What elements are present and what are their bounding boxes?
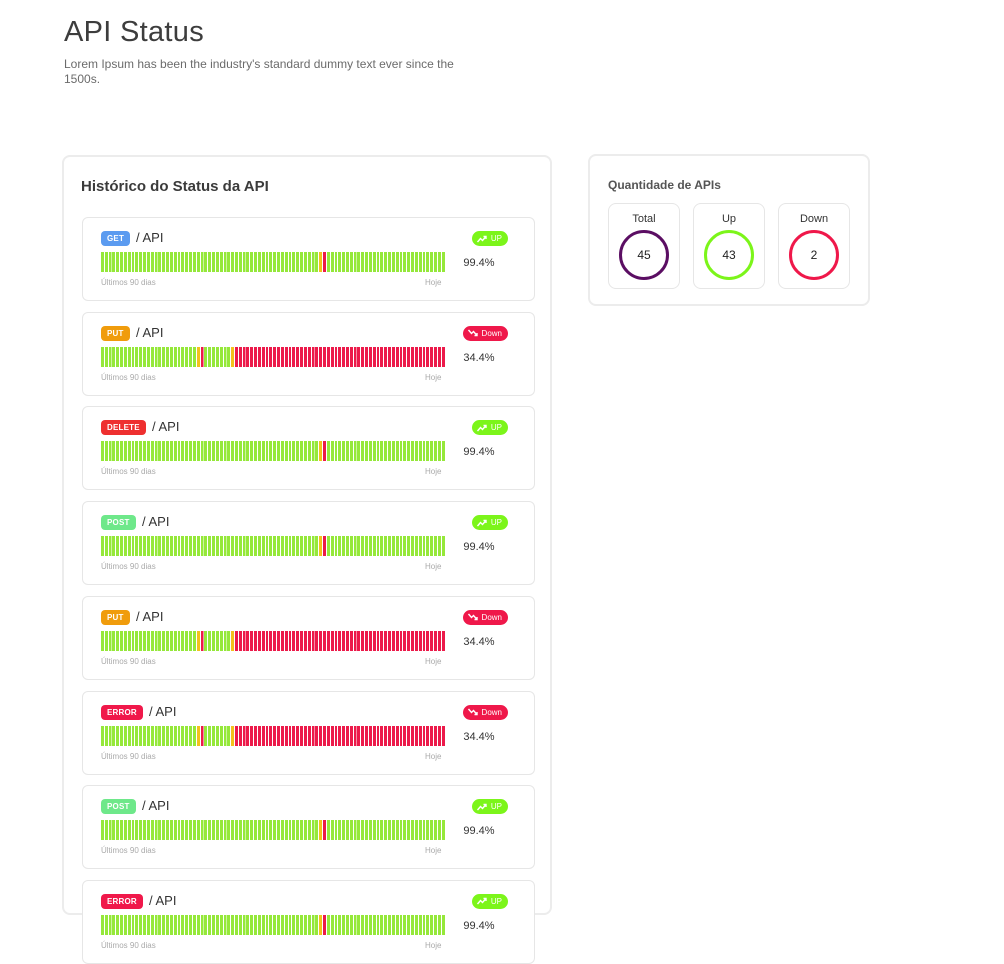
trending-up-icon <box>476 424 487 432</box>
status-down-badge: Down <box>462 704 508 720</box>
api-status-card[interactable]: PUT / API Down 34.4% Últimos 90 dias Hoje <box>82 311 535 396</box>
range-start-label: Últimos 90 dias <box>101 467 156 477</box>
api-path: / API <box>149 703 177 719</box>
range-end-label: Hoje <box>425 940 442 950</box>
status-label: UP <box>490 423 502 433</box>
status-down-badge: Down <box>462 325 508 341</box>
trending-down-icon <box>467 613 478 621</box>
status-label: UP <box>490 896 502 906</box>
count-label: Down <box>799 213 829 225</box>
uptime-history-bar <box>101 725 446 746</box>
count-label: Total <box>632 213 656 225</box>
uptime-history-bar <box>101 820 446 841</box>
status-down-badge: Down <box>462 609 508 625</box>
range-start-label: Últimos 90 dias <box>101 751 156 761</box>
uptime-percentage: 99.4% <box>463 446 495 459</box>
range-end-label: Hoje <box>425 278 442 287</box>
api-status-card[interactable]: POST / API UP 99.4% Últimos 90 dias Hoje <box>82 785 535 870</box>
uptime-history-bar <box>101 914 446 935</box>
api-status-card[interactable]: DELETE / API UP 99.4% Últimos 90 dias Hoje <box>82 406 535 491</box>
range-end-label: Hoje <box>425 467 442 477</box>
http-method-badge: ERROR <box>101 704 143 720</box>
range-end-label: Hoje <box>425 846 442 856</box>
page-title: API Status <box>64 16 205 48</box>
uptime-history-bar <box>101 252 446 272</box>
api-path: / API <box>142 514 170 530</box>
count-ring: 43 <box>704 230 754 280</box>
uptime-percentage: 99.4% <box>463 825 495 838</box>
status-label: UP <box>490 802 502 812</box>
api-status-card[interactable]: ERROR / API Down 34.4% Últimos 90 dias Hoje <box>82 690 535 775</box>
http-method-badge: DELETE <box>101 420 146 436</box>
status-history-panel: Histórico do Status da API GET / API UP 99.… <box>62 155 552 964</box>
range-end-label: Hoje <box>425 562 442 572</box>
http-method-badge: POST <box>101 515 136 531</box>
api-status-card[interactable]: POST / API UP 99.4% Últimos 90 dias Hoje <box>82 501 535 586</box>
range-start-label: Últimos 90 dias <box>101 372 156 382</box>
uptime-percentage: 34.4% <box>463 730 495 743</box>
range-start-label: Últimos 90 dias <box>101 562 156 572</box>
api-path: / API <box>149 892 177 908</box>
api-path: / API <box>136 324 164 340</box>
status-label: UP <box>490 518 502 528</box>
range-end-label: Hoje <box>425 656 442 666</box>
range-end-label: Hoje <box>425 751 442 761</box>
uptime-history-bar <box>101 536 446 557</box>
trending-down-icon <box>467 329 478 337</box>
range-start-label: Últimos 90 dias <box>101 846 156 856</box>
uptime-history-bar <box>101 346 446 367</box>
api-count-panel: Quantidade de APIs Total 45 Up 43 Down 2 <box>588 154 870 306</box>
http-method-badge: GET <box>101 231 131 246</box>
http-method-badge: ERROR <box>101 893 143 909</box>
status-up-badge: UP <box>471 799 508 815</box>
api-path: / API <box>152 419 180 435</box>
status-label: UP <box>490 234 502 243</box>
status-up-badge: UP <box>471 420 508 436</box>
status-up-badge: UP <box>471 231 508 246</box>
trending-up-icon <box>476 235 487 243</box>
http-method-badge: POST <box>101 799 136 815</box>
trending-up-icon <box>476 803 487 811</box>
count-label: Up <box>721 213 737 225</box>
api-status-card[interactable]: GET / API UP 99.4% Últimos 90 dias Hoje <box>82 217 535 301</box>
status-label: Down <box>481 707 502 717</box>
count-ring: 2 <box>789 230 839 280</box>
http-method-badge: PUT <box>101 609 130 625</box>
count-ring: 45 <box>619 230 669 280</box>
range-start-label: Últimos 90 dias <box>101 940 156 950</box>
range-start-label: Últimos 90 dias <box>101 656 156 666</box>
range-start-label: Últimos 90 dias <box>101 278 156 287</box>
uptime-percentage: 34.4% <box>463 351 495 364</box>
api-path: / API <box>136 608 164 624</box>
trending-up-icon <box>476 897 487 905</box>
uptime-percentage: 99.4% <box>463 541 495 554</box>
uptime-percentage: 34.4% <box>463 635 495 648</box>
status-up-badge: UP <box>471 893 508 909</box>
status-history-title: Histórico do Status da API <box>81 178 269 195</box>
status-label: Down <box>481 612 502 622</box>
trending-up-icon <box>476 519 487 527</box>
status-label: Down <box>481 328 502 338</box>
api-count-total: Total 45 <box>608 203 680 289</box>
http-method-badge: PUT <box>101 325 130 341</box>
page-subtitle: Lorem Ipsum has been the industry's stan… <box>64 57 454 86</box>
api-count-title: Quantidade de APIs <box>608 178 721 192</box>
uptime-percentage: 99.4% <box>463 257 495 269</box>
trending-down-icon <box>467 708 478 716</box>
uptime-history-bar <box>101 630 446 651</box>
status-up-badge: UP <box>471 515 508 531</box>
uptime-history-bar <box>101 441 446 462</box>
api-path: / API <box>136 230 164 245</box>
api-status-card[interactable]: ERROR / API UP 99.4% Últimos 90 dias Hoje <box>82 879 535 964</box>
api-count-up: Up 43 <box>693 203 765 289</box>
api-path: / API <box>142 798 170 814</box>
range-end-label: Hoje <box>425 372 442 382</box>
api-count-down: Down 2 <box>778 203 850 289</box>
uptime-percentage: 99.4% <box>463 919 495 932</box>
api-status-card[interactable]: PUT / API Down 34.4% Últimos 90 dias Hoje <box>82 595 535 680</box>
